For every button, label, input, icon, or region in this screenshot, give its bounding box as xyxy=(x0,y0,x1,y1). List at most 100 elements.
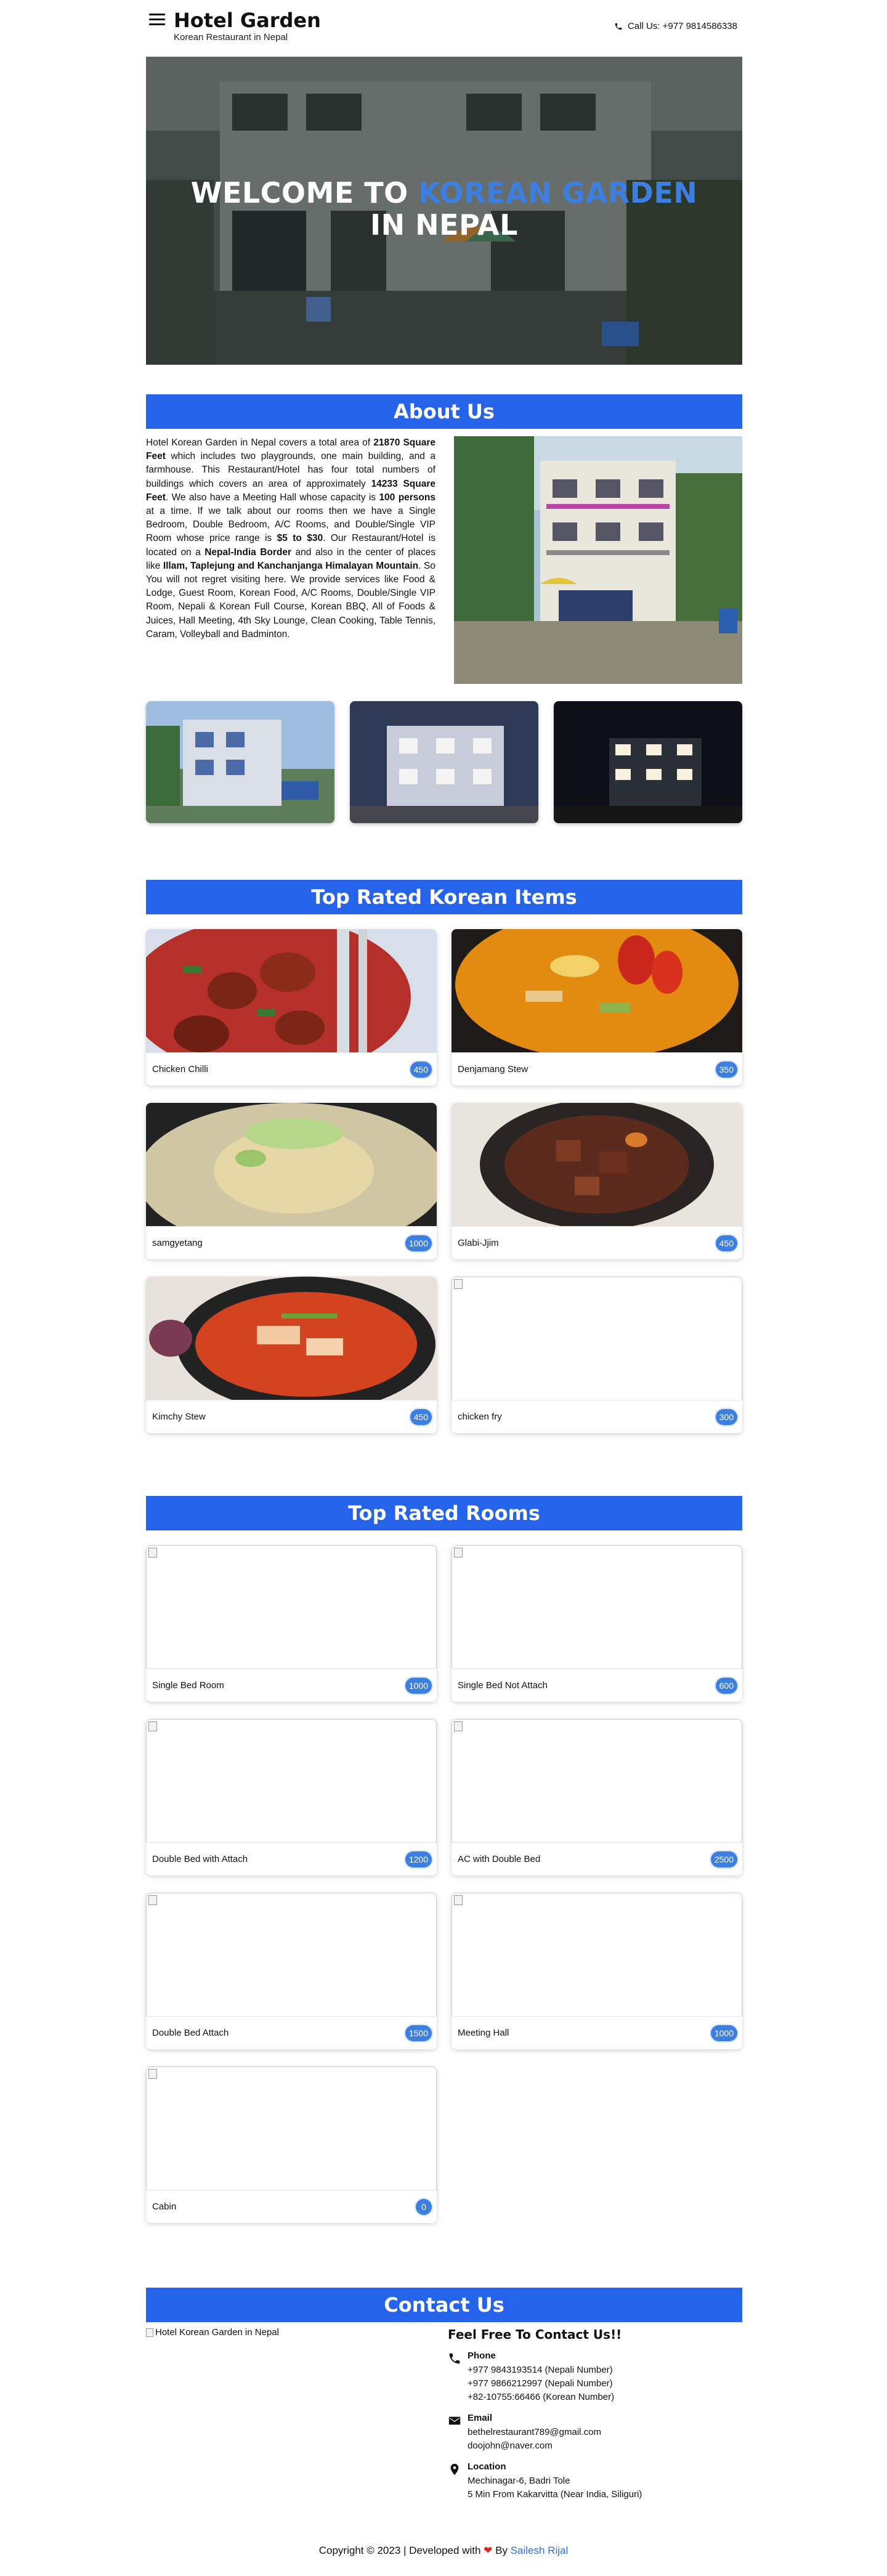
price-badge: 1500 xyxy=(405,2025,432,2041)
room-card[interactable]: AC with Double Bed 2500 xyxy=(452,1719,742,1875)
phone-number[interactable]: +82-10755:66466 (Korean Number) xyxy=(468,2391,742,2404)
site-header: Hotel Garden Korean Restaurant in Nepal … xyxy=(146,0,742,55)
call-us-text: Call Us: +977 9814586338 xyxy=(627,21,737,31)
phone-icon xyxy=(449,2353,460,2364)
price-badge: 0 xyxy=(416,2199,432,2215)
food-card[interactable]: Denjamang Stew 350 xyxy=(452,929,742,1086)
hero-title-line2: IN NEPAL xyxy=(370,208,518,242)
broken-image-icon xyxy=(454,1721,463,1731)
hero-title-accent: KOREAN GARDEN xyxy=(418,176,698,209)
room-image-broken xyxy=(146,2066,437,2190)
food-name: Chicken Chilli xyxy=(152,1064,208,1075)
price-badge: 450 xyxy=(715,1235,737,1251)
email-address[interactable]: doojohn@naver.com xyxy=(468,2439,742,2453)
food-image xyxy=(452,929,742,1052)
broken-image-icon xyxy=(454,1895,463,1905)
food-card[interactable]: samgyetang 1000 xyxy=(146,1103,437,1259)
price-badge: 1000 xyxy=(405,1235,432,1251)
room-image-broken xyxy=(146,1545,437,1668)
food-card[interactable]: Chicken Chilli 450 xyxy=(146,929,437,1086)
korean-items-heading: Top Rated Korean Items xyxy=(146,880,742,914)
phone-number[interactable]: +977 9866212997 (Nepali Number) xyxy=(468,2377,742,2391)
broken-image-icon xyxy=(454,1548,463,1558)
food-image-broken xyxy=(452,1277,742,1400)
price-badge: 1000 xyxy=(405,1678,432,1694)
price-badge: 450 xyxy=(410,1062,432,1078)
phone-icon xyxy=(615,23,622,30)
footer-by: By xyxy=(495,2545,508,2556)
rooms-heading: Top Rated Rooms xyxy=(146,1496,742,1530)
room-card[interactable]: Single Bed Room 1000 xyxy=(146,1545,437,1702)
location-block: Location Mechinagar-6, Badri Tole 5 Min … xyxy=(448,2461,742,2501)
room-name: Meeting Hall xyxy=(458,2028,509,2038)
food-image xyxy=(452,1103,742,1226)
rooms-section: Top Rated Rooms xyxy=(146,1496,742,1530)
price-badge: 450 xyxy=(410,1409,432,1425)
gallery-photo-night xyxy=(554,701,742,823)
food-image xyxy=(146,929,437,1052)
room-image-broken xyxy=(146,1893,437,2016)
broken-image-icon xyxy=(148,2069,157,2079)
room-name: Double Bed Attach xyxy=(152,2028,229,2038)
gallery-photo-day xyxy=(146,701,334,823)
email-block: Email bethelrestaurant789@gmail.com dooj… xyxy=(448,2413,742,2453)
hamburger-menu-icon[interactable] xyxy=(149,14,165,26)
room-image-broken xyxy=(146,1719,437,1842)
contact-content: Hotel Korean Garden in Nepal Feel Free T… xyxy=(146,2322,742,2525)
contact-details: Feel Free To Contact Us!! Phone +977 984… xyxy=(448,2327,742,2501)
food-card[interactable]: Kimchy Stew 450 xyxy=(146,1277,437,1433)
gallery-photo-dusk xyxy=(350,701,538,823)
heart-icon: ❤ xyxy=(484,2545,493,2556)
room-card[interactable]: Single Bed Not Attach 600 xyxy=(452,1545,742,1702)
footer-text: Copyright © 2023 | Developed with xyxy=(318,2545,481,2556)
price-badge: 2500 xyxy=(710,1851,737,1867)
contact-title: Feel Free To Contact Us!! xyxy=(448,2327,622,2342)
site-footer: Copyright © 2023 | Developed with ❤ By S… xyxy=(0,2545,887,2557)
food-name: Kimchy Stew xyxy=(152,1412,206,1422)
phone-block: Phone +977 9843193514 (Nepali Number) +9… xyxy=(448,2350,742,2404)
food-image xyxy=(146,1103,437,1226)
contact-image-broken: Hotel Korean Garden in Nepal xyxy=(146,2327,279,2338)
room-card[interactable]: Cabin 0 xyxy=(146,2066,437,2223)
food-card[interactable]: Glabi-Jjim 450 xyxy=(452,1103,742,1259)
room-card[interactable]: Meeting Hall 1000 xyxy=(452,1893,742,2049)
location-pin-icon xyxy=(450,2463,459,2476)
price-badge: 300 xyxy=(715,1409,737,1425)
room-image-broken xyxy=(452,1545,742,1668)
food-card[interactable]: chicken fry 300 xyxy=(452,1277,742,1433)
broken-image-icon xyxy=(146,2328,153,2337)
hero-title-plain: WELCOME TO xyxy=(190,176,419,209)
hero-banner: WELCOME TO KOREAN GARDEN IN NEPAL xyxy=(146,57,742,365)
email-address[interactable]: bethelrestaurant789@gmail.com xyxy=(468,2426,742,2439)
food-name: chicken fry xyxy=(458,1412,502,1422)
brand-subtitle: Korean Restaurant in Nepal xyxy=(174,32,288,43)
envelope-icon xyxy=(448,2416,461,2425)
food-name: Glabi-Jjim xyxy=(458,1238,499,1248)
call-us-link[interactable]: Call Us: +977 9814586338 xyxy=(614,21,737,31)
rooms-grid: Single Bed Room 1000 Single Bed Not Attac… xyxy=(146,1545,742,2229)
food-name: samgyetang xyxy=(152,1238,203,1248)
about-paragraph: Hotel Korean Garden in Nepal covers a to… xyxy=(146,437,435,640)
location-line: 5 Min From Kakarvitta (Near India, Silig… xyxy=(468,2489,642,2500)
contact-image-alt: Hotel Korean Garden in Nepal xyxy=(155,2327,279,2338)
phone-label: Phone xyxy=(468,2350,496,2361)
about-heading: About Us xyxy=(146,394,742,429)
price-badge: 600 xyxy=(715,1678,737,1694)
contact-heading: Contact Us xyxy=(146,2288,742,2322)
about-gallery xyxy=(146,701,742,823)
room-card[interactable]: Double Bed with Attach 1200 xyxy=(146,1719,437,1875)
about-content: Hotel Korean Garden in Nepal covers a to… xyxy=(146,436,742,831)
korean-items-grid: Chicken Chilli 450 Denjamang Stew 350 sa… xyxy=(146,929,742,1434)
brand-title[interactable]: Hotel Garden xyxy=(174,9,321,32)
location-label: Location xyxy=(468,2461,506,2472)
room-name: Single Bed Not Attach xyxy=(458,1680,548,1691)
hero-title: WELCOME TO KOREAN GARDEN IN NEPAL xyxy=(146,177,742,241)
author-link[interactable]: Sailesh Rijal xyxy=(511,2545,569,2556)
room-card[interactable]: Double Bed Attach 1500 xyxy=(146,1893,437,2049)
broken-image-icon xyxy=(148,1895,157,1905)
room-name: Single Bed Room xyxy=(152,1680,224,1691)
location-line: Mechinagar-6, Badri Tole xyxy=(468,2476,570,2486)
price-badge: 350 xyxy=(715,1062,737,1078)
broken-image-icon xyxy=(148,1548,157,1558)
phone-number[interactable]: +977 9843193514 (Nepali Number) xyxy=(468,2363,742,2377)
